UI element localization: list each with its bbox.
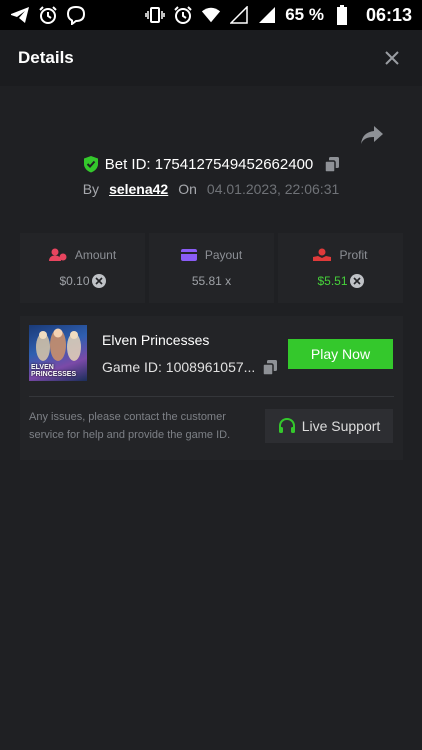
card-icon [180, 249, 197, 261]
wifi-icon [201, 5, 221, 25]
alarm-icon [173, 5, 193, 25]
stat-payout: Payout 55.81 x [149, 233, 274, 303]
divider [29, 396, 394, 397]
stat-label: Amount [74, 248, 117, 262]
share-button[interactable] [360, 124, 384, 148]
battery-icon [332, 5, 352, 25]
bet-id-row: Bet ID: 1754127549452662400 [0, 152, 422, 176]
game-id: Game ID: 1008961057... [102, 359, 256, 375]
live-support-button[interactable]: Live Support [265, 409, 393, 443]
game-thumbnail[interactable]: ELVEN PRINCESSES [29, 325, 87, 381]
telegram-icon [10, 5, 30, 25]
by-label: By [82, 181, 100, 197]
battery-percent: 65 % [285, 5, 324, 24]
stat-value: $5.51 [317, 274, 348, 288]
shield-check-icon [83, 155, 99, 173]
bet-author-row: By selena42 On 04.01.2023, 22:06:31 [0, 178, 422, 200]
clock: 06:13 [365, 4, 412, 25]
share-icon [361, 126, 383, 144]
stat-value: 55.81 x [191, 274, 232, 288]
support-note: Any issues, please contact the customer … [29, 411, 231, 441]
stat-label: Payout [204, 248, 243, 262]
game-id-row: Game ID: 1008961057... [102, 359, 278, 375]
game-name: Elven Princesses [102, 332, 210, 348]
bet-date: 04.01.2023, 22:06:31 [206, 181, 340, 197]
stat-label: Profit [339, 248, 368, 262]
play-now-button[interactable]: Play Now [288, 339, 393, 369]
copy-icon[interactable] [325, 157, 340, 172]
game-card: ELVEN PRINCESSES Elven Princesses Game I… [20, 316, 403, 460]
on-label: On [178, 181, 197, 197]
notification-icons [10, 5, 86, 25]
user-coins-icon [48, 248, 67, 262]
live-support-label: Live Support [301, 418, 381, 434]
currency-icon [91, 274, 106, 288]
alarm-icon [38, 5, 58, 25]
signal-icon [257, 5, 277, 25]
signal-empty-icon [229, 5, 249, 25]
bet-stats: Amount $0.10 Payout 55.81 x Profit $5.51 [20, 233, 403, 303]
stat-amount: Amount $0.10 [20, 233, 145, 303]
hand-coins-icon [313, 248, 332, 262]
vibrate-icon [145, 5, 165, 25]
thumbnail-title: ELVEN PRINCESSES [31, 364, 77, 378]
viber-icon [66, 5, 86, 25]
close-button[interactable] [380, 46, 404, 70]
stat-value: $0.10 [59, 274, 90, 288]
status-bar: 65 % 06:13 [0, 0, 422, 30]
copy-icon[interactable] [263, 360, 278, 375]
username-link[interactable]: selena42 [109, 181, 168, 197]
details-header: Details [0, 30, 422, 86]
headset-icon [278, 417, 296, 435]
bet-id: Bet ID: 1754127549452662400 [104, 155, 314, 173]
currency-icon [349, 274, 364, 288]
close-icon [385, 51, 399, 65]
system-icons: 65 % 06:13 [145, 5, 412, 26]
stat-profit: Profit $5.51 [278, 233, 403, 303]
page-title: Details [18, 48, 74, 67]
